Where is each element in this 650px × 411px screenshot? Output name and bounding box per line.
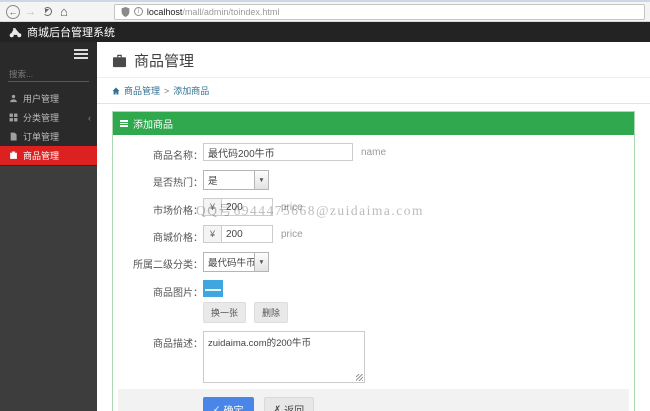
product-name-input[interactable] xyxy=(203,143,353,161)
url-host: localhost xyxy=(146,6,183,17)
chevron-down-icon: ▼ xyxy=(254,171,268,189)
page-title: 商品管理 xyxy=(134,53,195,70)
mall-price-label: 商城价格： xyxy=(153,233,203,244)
form-row-hot: 是否热门： 是 ▼ xyxy=(113,170,634,190)
briefcase-icon xyxy=(10,151,17,159)
breadcrumb-current: 添加商品 xyxy=(173,86,210,96)
hot-select[interactable]: 是 ▼ xyxy=(203,170,269,190)
sidebar-search-input[interactable] xyxy=(8,67,89,82)
sidebar: 用户管理 分类管理 ‹ 订单管理 商品管理 xyxy=(0,42,97,411)
main-content: 商品管理 商品管理 > 添加商品 添加商品 QQ号6944475668@zuid… xyxy=(97,42,650,411)
hot-label: 是否热门： xyxy=(153,178,203,189)
sidebar-item-orders[interactable]: 订单管理 xyxy=(0,127,97,146)
sidebar-toggle-button[interactable] xyxy=(0,42,97,65)
grid-icon xyxy=(9,113,18,122)
info-icon[interactable]: i xyxy=(133,7,143,16)
app-title: 商城后台管理系统 xyxy=(27,27,115,39)
category-label: 所属二级分类： xyxy=(133,260,203,271)
breadcrumb: 商品管理 > 添加商品 xyxy=(97,77,650,104)
category-select[interactable]: 最代码牛币 ▼ xyxy=(203,252,269,272)
add-product-form: QQ号6944475668@zuidaima.com 商品名称： name 是否… xyxy=(113,135,634,383)
currency-addon: ¥ xyxy=(203,225,221,243)
browser-home-button[interactable]: ⌂ xyxy=(60,4,68,19)
chevron-left-icon: ‹ xyxy=(88,112,91,123)
mall-price-helper-text: price xyxy=(281,228,303,240)
list-icon xyxy=(120,120,128,127)
page-header: 商品管理 xyxy=(97,42,650,77)
market-price-input[interactable] xyxy=(221,198,273,216)
resize-handle[interactable] xyxy=(356,374,363,381)
app-body: 用户管理 分类管理 ‹ 订单管理 商品管理 xyxy=(0,42,650,411)
description-label: 商品描述： xyxy=(153,339,203,350)
briefcase-icon xyxy=(112,54,127,67)
currency-addon: ¥ xyxy=(203,198,221,216)
form-row-market-price: 市场价格： ¥ price xyxy=(113,198,634,217)
reload-icon xyxy=(43,7,52,16)
url-text: localhost/mall/admin/toindex.html xyxy=(147,7,280,17)
sidebar-item-label: 订单管理 xyxy=(23,132,60,142)
sidebar-nav: 用户管理 分类管理 ‹ 订单管理 商品管理 xyxy=(0,89,97,165)
market-price-label: 市场价格： xyxy=(153,206,203,217)
form-row-description: 商品描述： zuidaima.com的200牛币 xyxy=(113,331,634,383)
browser-forward-button[interactable]: → xyxy=(25,6,36,18)
browser-back-button[interactable]: ← xyxy=(6,4,20,19)
add-product-panel: 添加商品 QQ号6944475668@zuidaima.com 商品名称： na… xyxy=(112,111,635,411)
brand-motorcycle-icon xyxy=(9,27,22,38)
hamburger-icon xyxy=(74,49,88,51)
change-image-button[interactable]: 换一张 xyxy=(203,302,247,323)
check-icon: ✓ xyxy=(213,404,221,411)
browser-toolbar: ← → ⌂ i localhost/mall/admin/toindex.htm… xyxy=(0,0,650,22)
market-price-helper-text: price xyxy=(281,201,303,213)
product-image-thumbnail[interactable] xyxy=(203,280,223,297)
sidebar-item-users[interactable]: 用户管理 xyxy=(0,89,97,108)
image-label: 商品图片： xyxy=(153,288,203,299)
sidebar-menu: 用户管理 分类管理 ‹ 订单管理 商品管理 xyxy=(0,42,97,166)
confirm-button[interactable]: ✓确定 xyxy=(203,397,254,411)
sidebar-item-label: 用户管理 xyxy=(23,94,60,104)
browser-reload-button[interactable] xyxy=(43,7,52,16)
form-actions: ✓确定 ✗返回 xyxy=(118,389,629,411)
panel-heading: 添加商品 xyxy=(113,112,634,135)
breadcrumb-separator: > xyxy=(164,85,170,96)
product-description-textarea[interactable]: zuidaima.com的200牛币 xyxy=(203,331,365,383)
shield-icon xyxy=(121,6,130,17)
form-row-name: 商品名称： name xyxy=(113,143,634,162)
form-row-mall-price: 商城价格： ¥ price xyxy=(113,225,634,244)
category-select-value: 最代码牛币 xyxy=(208,258,254,269)
sidebar-item-label: 商品管理 xyxy=(23,151,60,161)
panel-title: 添加商品 xyxy=(133,120,173,131)
file-icon xyxy=(10,132,17,141)
app-navbar: 商城后台管理系统 xyxy=(0,22,650,42)
name-helper-text: name xyxy=(361,146,387,158)
breadcrumb-link-products[interactable]: 商品管理 xyxy=(124,84,160,97)
chevron-down-icon: ▼ xyxy=(254,253,268,271)
delete-image-button[interactable]: 删除 xyxy=(254,302,289,323)
user-icon xyxy=(10,94,17,103)
name-label: 商品名称： xyxy=(153,151,203,162)
hot-select-value: 是 xyxy=(208,176,218,187)
form-row-image: 商品图片： 换一张 删除 xyxy=(113,280,634,323)
home-icon xyxy=(112,87,120,94)
sidebar-item-categories[interactable]: 分类管理 ‹ xyxy=(0,108,97,127)
url-path: /mall/admin/toindex.html xyxy=(182,6,280,17)
form-row-category: 所属二级分类： 最代码牛币 ▼ xyxy=(113,252,634,272)
sidebar-item-label: 分类管理 xyxy=(23,113,60,123)
address-bar[interactable]: i localhost/mall/admin/toindex.html xyxy=(113,3,645,20)
screen: ← → ⌂ i localhost/mall/admin/toindex.htm… xyxy=(0,0,650,411)
sidebar-item-products[interactable]: 商品管理 xyxy=(0,146,97,165)
back-button[interactable]: ✗返回 xyxy=(263,397,315,411)
x-icon: ✗ xyxy=(273,404,282,411)
mall-price-input[interactable] xyxy=(221,225,273,243)
